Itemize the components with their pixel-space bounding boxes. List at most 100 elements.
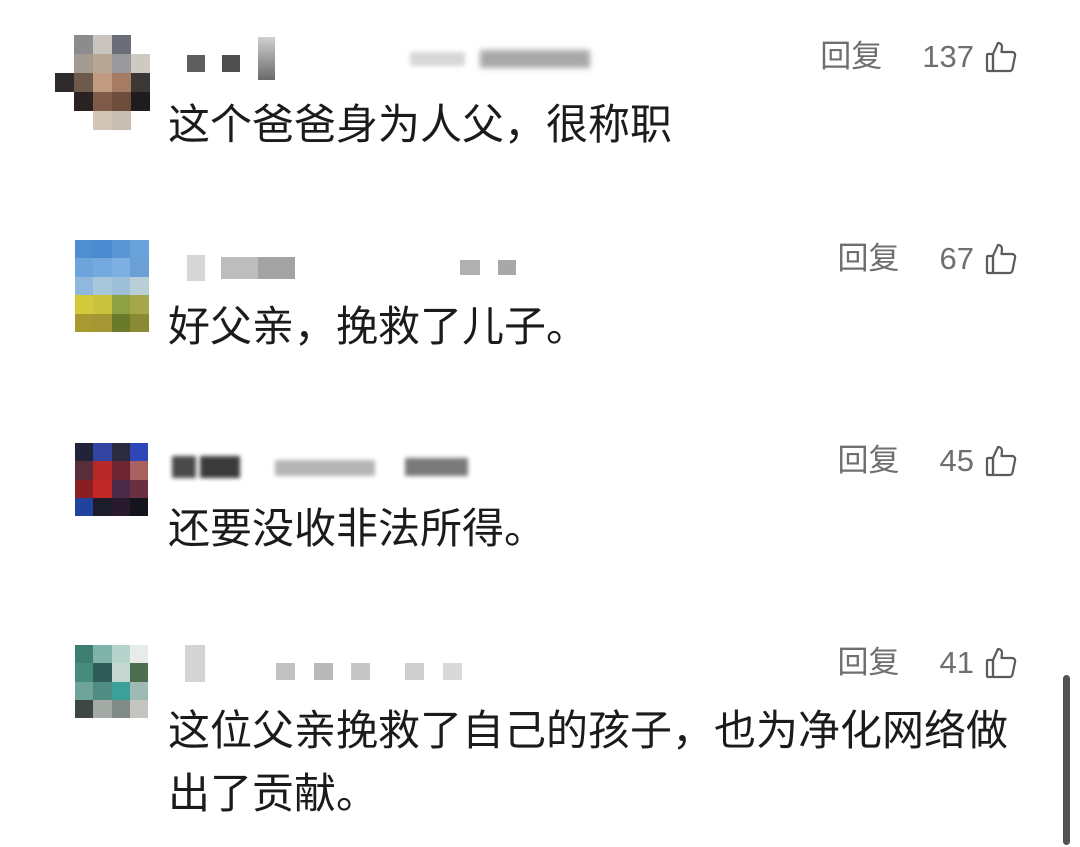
avatar-mosaic-cell (75, 258, 94, 277)
avatar-mosaic-cell (75, 645, 94, 664)
avatar-mosaic-cell (75, 681, 94, 700)
reply-button[interactable]: 回复 (820, 37, 882, 77)
like-button[interactable]: 41 (940, 643, 1020, 683)
thumbs-up-icon[interactable] (984, 645, 1020, 681)
avatar-mosaic-cell (75, 240, 94, 259)
reply-button[interactable]: 回复 (838, 441, 900, 481)
thumbs-up-hand (991, 41, 1017, 73)
avatar-mosaic-cell (93, 497, 112, 516)
avatar-mosaic-row (55, 73, 150, 92)
avatar-mosaic-row (75, 443, 148, 462)
avatar-mosaic-cell (130, 240, 149, 259)
avatar-mosaic-cell (75, 663, 94, 682)
avatar-mosaic-cell (93, 35, 112, 54)
username-redacted[interactable] (160, 636, 600, 691)
avatar-mosaic-row (75, 313, 149, 332)
avatar-mosaic-cell (112, 54, 131, 73)
thumbs-up-hand (991, 647, 1017, 679)
redaction-block (314, 663, 333, 680)
avatar-mosaic-row (75, 276, 149, 296)
avatar-mosaic-cell (129, 699, 148, 718)
avatar-mosaic-cell (129, 443, 148, 462)
avatar-mosaic-cell (55, 111, 74, 130)
avatar-mosaic-cell (129, 497, 148, 516)
reply-button[interactable]: 回复 (838, 643, 900, 683)
like-button[interactable]: 67 (940, 239, 1020, 279)
avatar[interactable] (75, 240, 149, 332)
avatar-mosaic-cell (111, 497, 130, 516)
avatar-mosaic-cell (111, 461, 130, 480)
like-button[interactable]: 137 (922, 37, 1020, 77)
scrollbar-thumb[interactable] (1063, 675, 1070, 845)
avatar-mosaic-cell (55, 92, 74, 111)
like-count: 41 (939, 645, 974, 680)
avatar-mosaic-cell (111, 240, 131, 259)
avatar-mosaic-cell (111, 258, 131, 277)
avatar-mosaic-cell (111, 276, 131, 296)
redaction-block (460, 260, 480, 275)
comment-text: 这个爸爸身为人父，很称职 (168, 101, 673, 148)
comment: 回复 137 这个爸爸身为人父，很称职 (0, 0, 1080, 202)
avatar-mosaic-cell (131, 35, 150, 54)
avatar-mosaic-cell (55, 73, 74, 92)
avatar-mosaic-cell (74, 111, 93, 130)
avatar-mosaic-cell (131, 92, 150, 111)
avatar[interactable] (75, 443, 148, 516)
thumbs-up-icon[interactable] (984, 241, 1020, 277)
avatar-mosaic-cell (131, 111, 150, 130)
avatar-mosaic-cell (112, 111, 131, 130)
avatar-mosaic-cell (111, 645, 130, 664)
avatar-mosaic-cell (74, 92, 93, 111)
avatar-mosaic-cell (75, 276, 94, 296)
redaction-block (172, 456, 196, 478)
like-count: 67 (939, 241, 974, 276)
avatar-mosaic-cell (74, 54, 93, 73)
avatar-mosaic-cell (130, 276, 149, 296)
thumbs-up-icon[interactable] (984, 443, 1020, 479)
avatar-mosaic-cell (93, 663, 112, 682)
avatar-mosaic-row (55, 111, 150, 130)
redaction-block (200, 456, 240, 478)
redaction-block (276, 663, 295, 680)
avatar-mosaic-row (55, 92, 150, 111)
avatar-mosaic-cell (75, 443, 94, 462)
redaction-block (405, 663, 424, 680)
redaction-block (185, 645, 205, 682)
redaction-block (480, 50, 590, 68)
avatar-mosaic-cell (129, 663, 148, 682)
avatar[interactable] (75, 645, 148, 718)
avatar-mosaic-cell (129, 645, 148, 664)
username-redacted[interactable] (160, 30, 600, 85)
avatar-mosaic-cell (93, 258, 112, 277)
username-redacted[interactable] (160, 232, 600, 287)
comment-list: 回复 137 这个爸爸身为人父，很称职 回复 67 好父亲，挽救了儿子。 回复 … (0, 0, 1080, 847)
redaction-block (258, 37, 275, 80)
redaction-block (187, 255, 205, 281)
avatar-mosaic-cell (129, 479, 148, 498)
redaction-block (258, 257, 295, 279)
redaction-block (443, 663, 462, 680)
avatar-mosaic-cell (130, 295, 149, 314)
avatar-mosaic-cell (93, 699, 112, 718)
comment-text: 这位父亲挽救了自己的孩子，也为净化网络做出了贡献。 (168, 707, 1009, 817)
avatar[interactable] (55, 35, 150, 130)
username-redacted[interactable] (160, 434, 600, 489)
avatar-mosaic-cell (112, 92, 131, 111)
avatar-mosaic-cell (93, 295, 112, 314)
avatar-mosaic-row (75, 645, 148, 664)
avatar-mosaic-cell (129, 681, 148, 700)
avatar-mosaic-cell (93, 92, 112, 111)
like-button[interactable]: 45 (940, 441, 1020, 481)
thumbs-up-icon[interactable] (984, 39, 1020, 75)
avatar-mosaic-row (75, 295, 149, 314)
avatar-mosaic-cell (75, 313, 94, 332)
avatar-mosaic-cell (131, 54, 150, 73)
reply-button[interactable]: 回复 (838, 239, 900, 279)
avatar-mosaic-row (75, 663, 148, 682)
redaction-block (222, 55, 240, 72)
avatar-mosaic-cell (75, 699, 94, 718)
avatar-mosaic-row (75, 497, 148, 516)
avatar-mosaic-cell (74, 73, 93, 92)
comment-text: 还要没收非法所得。 (168, 505, 547, 552)
redaction-block (498, 260, 516, 275)
